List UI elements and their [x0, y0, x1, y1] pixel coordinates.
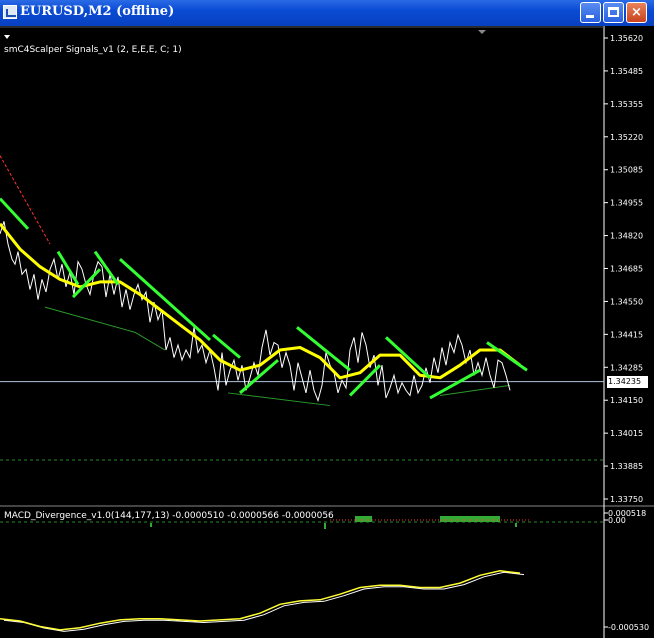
price-tick-label: 1.34015 [610, 429, 643, 438]
signal-line [93, 250, 120, 286]
scroll-marker-icon [478, 30, 486, 34]
chart-window: EURUSD,M2 (offline) × 1.35620 1.35485 1.35… [0, 0, 654, 638]
signal-line [486, 341, 528, 372]
macd-histogram-bar [355, 516, 372, 522]
signal-line [118, 258, 212, 342]
main-indicator-label: smC4Scalper Signals_v1 (2, E,E,E, C; 1) [4, 45, 182, 55]
red-dashed-trendline [0, 155, 51, 245]
divergence-line [134, 331, 166, 351]
chart-area[interactable]: 1.35620 1.35485 1.35355 1.35220 1.35085 1.349… [0, 26, 654, 638]
price-tick-label: 1.35085 [610, 166, 643, 175]
minimize-icon [586, 15, 594, 18]
minimize-button[interactable] [580, 2, 601, 23]
price-tick-label: 1.34150 [610, 396, 643, 405]
price-tick-label: 1.34820 [610, 232, 643, 241]
macd-tick-label: 0.00 [608, 516, 626, 525]
macd-histogram-bar [324, 523, 326, 529]
price-tick-label: 1.34550 [610, 297, 643, 306]
price-tick-label: 1.35620 [610, 34, 643, 43]
divergence-line [227, 392, 331, 407]
price-tick-label: 1.35355 [610, 100, 643, 109]
price-tick-label: 1.34955 [610, 199, 643, 208]
macd-tick-label: -0.000530 [608, 623, 649, 632]
moving-average-line [0, 222, 521, 380]
maximize-icon [608, 7, 619, 17]
macd-histogram-bar [440, 516, 500, 522]
macd-histogram-bar [150, 523, 152, 527]
signal-line [429, 368, 481, 400]
price-tick-label: 1.34415 [610, 330, 643, 339]
price-tick-label: 1.35485 [610, 67, 643, 76]
close-button[interactable]: × [626, 2, 647, 23]
chart-shift-icon [4, 35, 10, 39]
maximize-button[interactable] [603, 2, 624, 23]
price-tick-label: 1.33885 [610, 462, 643, 471]
window-title: EURUSD,M2 (offline) [20, 4, 175, 19]
chart-window-icon [3, 5, 17, 19]
price-chart[interactable]: 1.35620 1.35485 1.35355 1.35220 1.35085 1.349… [0, 26, 654, 638]
price-tick-label: 1.33750 [610, 495, 643, 504]
price-tick-label: 1.35220 [610, 133, 643, 142]
price-tick-label: 1.34285 [610, 363, 643, 372]
divergence-line [44, 306, 136, 333]
price-line [0, 221, 511, 403]
macd-indicator-label: MACD_Divergence_v1.0(144,177,13) -0.0000… [4, 511, 334, 521]
macd-main-line [0, 570, 521, 631]
price-tick-label: 1.34685 [610, 265, 643, 274]
signal-line [212, 333, 241, 359]
title-bar[interactable]: EURUSD,M2 (offline) × [0, 0, 654, 26]
current-price-tag: 1.34235 [607, 375, 648, 388]
macd-signal-line [3, 571, 525, 632]
macd-histogram-bar [515, 523, 517, 527]
signal-line [384, 336, 432, 379]
